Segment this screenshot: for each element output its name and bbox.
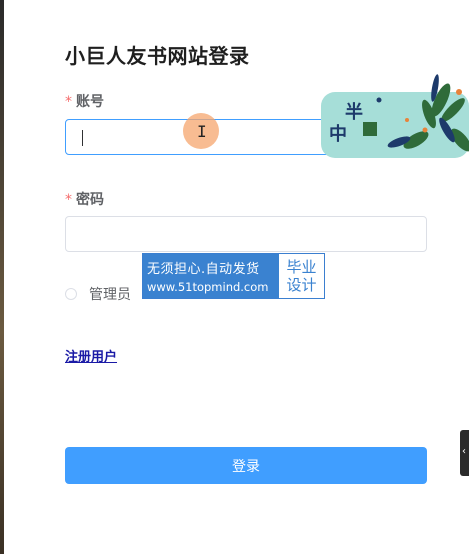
watermark-slogan: 无须担心.自动发货 [147,262,260,277]
password-label-text: 密码 [76,192,104,208]
badge-char-1: 半 [345,102,363,123]
watermark-url: www.51topmind.com [147,280,269,294]
admin-radio-label[interactable]: 管理员 [89,284,131,304]
password-field[interactable] [65,216,427,252]
required-mark: * [65,192,72,208]
text-cursor-icon: I [197,122,207,141]
text-caret [82,130,83,146]
register-link[interactable]: 注册用户 [65,346,117,365]
account-label-text: 账号 [76,94,104,110]
watermark-right-top: 毕业 [286,258,317,276]
watermark-left: 无须担心.自动发货 www.51topmind.com [143,254,279,298]
page-title: 小巨人友书网站登录 [65,44,250,68]
required-mark: * [65,94,72,110]
login-button[interactable]: 登录 [65,447,427,484]
badge-char-2: 中 [329,124,347,145]
background-edge [0,0,4,554]
password-label: * 密码 [65,189,104,209]
admin-radio-option[interactable]: 管理员 [65,284,131,304]
watermark-right: 毕业 设计 [279,254,324,298]
decorative-badge: 半 中 [321,70,469,158]
side-collapse-tab[interactable]: ‹ [460,430,469,476]
admin-radio[interactable] [65,288,77,300]
watermark-banner: 无须担心.自动发货 www.51topmind.com 毕业 设计 [142,253,325,299]
watermark-right-bottom: 设计 [286,276,317,294]
password-input[interactable] [66,217,426,251]
chevron-left-icon: ‹ [462,446,466,457]
account-label: * 账号 [65,91,104,111]
